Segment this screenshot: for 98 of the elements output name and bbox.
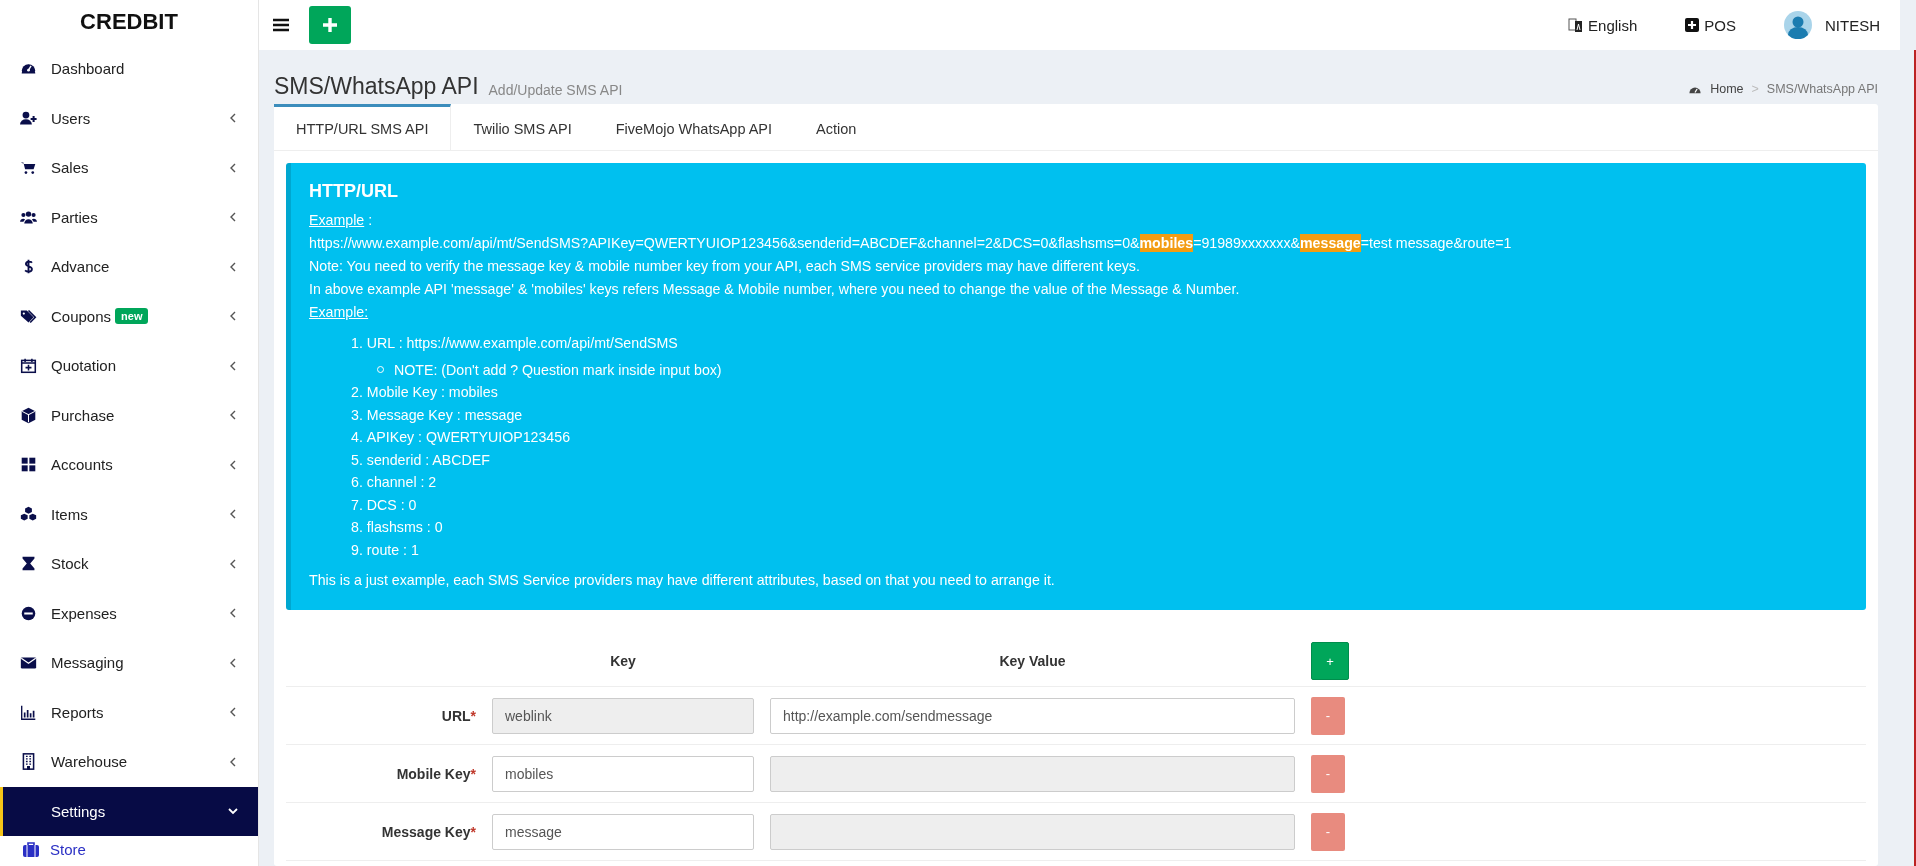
list-number: 9. bbox=[351, 540, 363, 560]
sidebar-item[interactable]: Coupons new bbox=[0, 291, 258, 341]
list-item: DCS : 0 bbox=[366, 495, 417, 515]
list-number: 1. bbox=[351, 334, 363, 353]
user-add-icon bbox=[20, 109, 37, 127]
sidebar-item[interactable]: Warehouse bbox=[0, 737, 258, 787]
minus-circle-icon bbox=[20, 604, 37, 622]
breadcrumb-item[interactable]: Home bbox=[1710, 82, 1744, 96]
bar-chart-icon bbox=[20, 703, 37, 721]
submenu-item[interactable]: Store bbox=[0, 836, 258, 862]
chevron-left-icon bbox=[228, 756, 238, 767]
list-number: 4. bbox=[351, 428, 363, 447]
tab[interactable]: HTTP/URL SMS API bbox=[274, 104, 452, 150]
sidebar-item[interactable]: Reports bbox=[0, 687, 258, 737]
sidebar-item[interactable]: Users bbox=[0, 93, 258, 143]
grid-icon bbox=[20, 456, 37, 474]
value-field[interactable]: http://example.com/sendmessage bbox=[770, 697, 1295, 734]
field-label: Mobile Key* bbox=[395, 765, 476, 782]
chevron-left-icon bbox=[228, 212, 238, 223]
sidebar-item[interactable]: Quotation bbox=[0, 341, 258, 391]
chevron-left-icon bbox=[228, 261, 238, 272]
field-label: URL* bbox=[440, 707, 476, 724]
column-header: Key Value bbox=[998, 653, 1067, 669]
cubes-icon bbox=[20, 505, 37, 523]
chevron-left-icon bbox=[228, 459, 238, 470]
list-number: 2. bbox=[351, 383, 363, 402]
list-item: Message Key : message bbox=[366, 405, 523, 425]
avatar-icon bbox=[1784, 11, 1812, 39]
add-button[interactable] bbox=[309, 6, 351, 44]
page-title: SMS/WhatsApp API bbox=[274, 73, 479, 100]
tab[interactable]: Twilio SMS API bbox=[451, 104, 594, 150]
sidebar-item[interactable]: Advance bbox=[0, 242, 258, 292]
tab[interactable]: Action bbox=[794, 104, 879, 150]
breadcrumb-item: SMS/WhatsApp API bbox=[1766, 82, 1878, 96]
sidebar-item[interactable]: Sales bbox=[0, 143, 258, 193]
info-title: HTTP/URL bbox=[309, 180, 399, 203]
pos-link[interactable]: POS bbox=[1685, 16, 1736, 34]
cart-icon bbox=[20, 159, 37, 177]
language-menu[interactable]: English bbox=[1568, 16, 1638, 34]
page-subtitle: Add/Update SMS API bbox=[488, 82, 623, 98]
chevron-left-icon bbox=[228, 113, 238, 124]
chevron-left-icon bbox=[228, 657, 238, 668]
key-field[interactable]: message bbox=[492, 813, 754, 850]
plus-icon bbox=[322, 17, 338, 33]
note-text: Note: You need to verify the message key & mobile number key from your API, each SMS service providers may have different keys. bbox=[309, 257, 1141, 276]
list-number: 3. bbox=[351, 405, 363, 425]
sidebar-item[interactable]: Settings bbox=[0, 786, 258, 836]
chevron-left-icon bbox=[228, 558, 238, 569]
new-badge: new bbox=[115, 308, 149, 325]
chevron-left-icon bbox=[228, 608, 238, 619]
list-item: URL : https://www.example.com/api/mt/SendSMS bbox=[366, 334, 678, 353]
example-label: Example : bbox=[309, 211, 374, 230]
list-item: channel : 2 bbox=[366, 473, 437, 492]
sidebar-item[interactable]: Items bbox=[0, 489, 258, 539]
tab[interactable]: FiveMojo WhatsApp API bbox=[593, 104, 795, 150]
menu-icon[interactable] bbox=[273, 18, 289, 32]
plus-square-icon bbox=[1685, 18, 1700, 32]
list-number: 6. bbox=[351, 473, 363, 492]
chevron-down-icon bbox=[228, 806, 238, 817]
chevron-left-icon bbox=[228, 162, 238, 173]
translate-icon bbox=[1568, 17, 1584, 33]
chevron-left-icon bbox=[228, 410, 238, 421]
hourglass-icon bbox=[20, 555, 37, 573]
list-item: NOTE: (Don't add ? Question mark inside input box) bbox=[394, 360, 722, 380]
brand-logo[interactable]: CREDBIT bbox=[0, 0, 258, 44]
list-number: 5. bbox=[351, 450, 363, 470]
user-menu[interactable]: NITESH bbox=[1784, 11, 1880, 39]
breadcrumb-separator: > bbox=[1751, 82, 1759, 96]
calendar-plus-icon bbox=[20, 357, 37, 375]
list-number: 8. bbox=[351, 518, 363, 537]
chevron-left-icon bbox=[228, 707, 238, 718]
list-item: senderid : ABCDEF bbox=[366, 450, 490, 470]
note-text: In above example API 'message' & 'mobiles' keys refers Message & Mobile number, where you need to change the value of the Message & Number. bbox=[309, 280, 1241, 299]
building-icon bbox=[20, 753, 37, 771]
tags-icon bbox=[20, 307, 37, 325]
chevron-left-icon bbox=[228, 311, 238, 322]
chevron-left-icon bbox=[228, 509, 238, 520]
cube-icon bbox=[20, 406, 37, 424]
list-item: route : 1 bbox=[366, 540, 419, 560]
sidebar-item[interactable]: Dashboard bbox=[0, 44, 258, 94]
list-number: 7. bbox=[351, 495, 363, 515]
users-icon bbox=[20, 208, 37, 226]
sidebar-item[interactable]: Purchase bbox=[0, 390, 258, 440]
key-field[interactable]: mobiles bbox=[492, 755, 754, 792]
field-label: Message Key* bbox=[380, 823, 476, 840]
sidebar-item[interactable]: Messaging bbox=[0, 638, 258, 688]
sidebar-item[interactable]: Expenses bbox=[0, 588, 258, 638]
example-label: Example: bbox=[309, 303, 370, 322]
column-header: Key bbox=[609, 653, 637, 669]
sidebar-item[interactable]: Parties bbox=[0, 192, 258, 242]
sidebar-item[interactable]: Stock bbox=[0, 539, 258, 589]
chevron-left-icon bbox=[228, 360, 238, 371]
footer-note: This is a just example, each SMS Service providers may have different attributes, based on that you need to arrange it. bbox=[309, 571, 1056, 590]
sidebar-item[interactable]: Accounts bbox=[0, 440, 258, 490]
briefcase-icon bbox=[22, 841, 40, 857]
list-item: Mobile Key : mobiles bbox=[366, 383, 498, 402]
list-item: flashsms : 0 bbox=[366, 518, 443, 537]
list-item: APIKey : QWERTYUIOP123456 bbox=[366, 428, 571, 447]
